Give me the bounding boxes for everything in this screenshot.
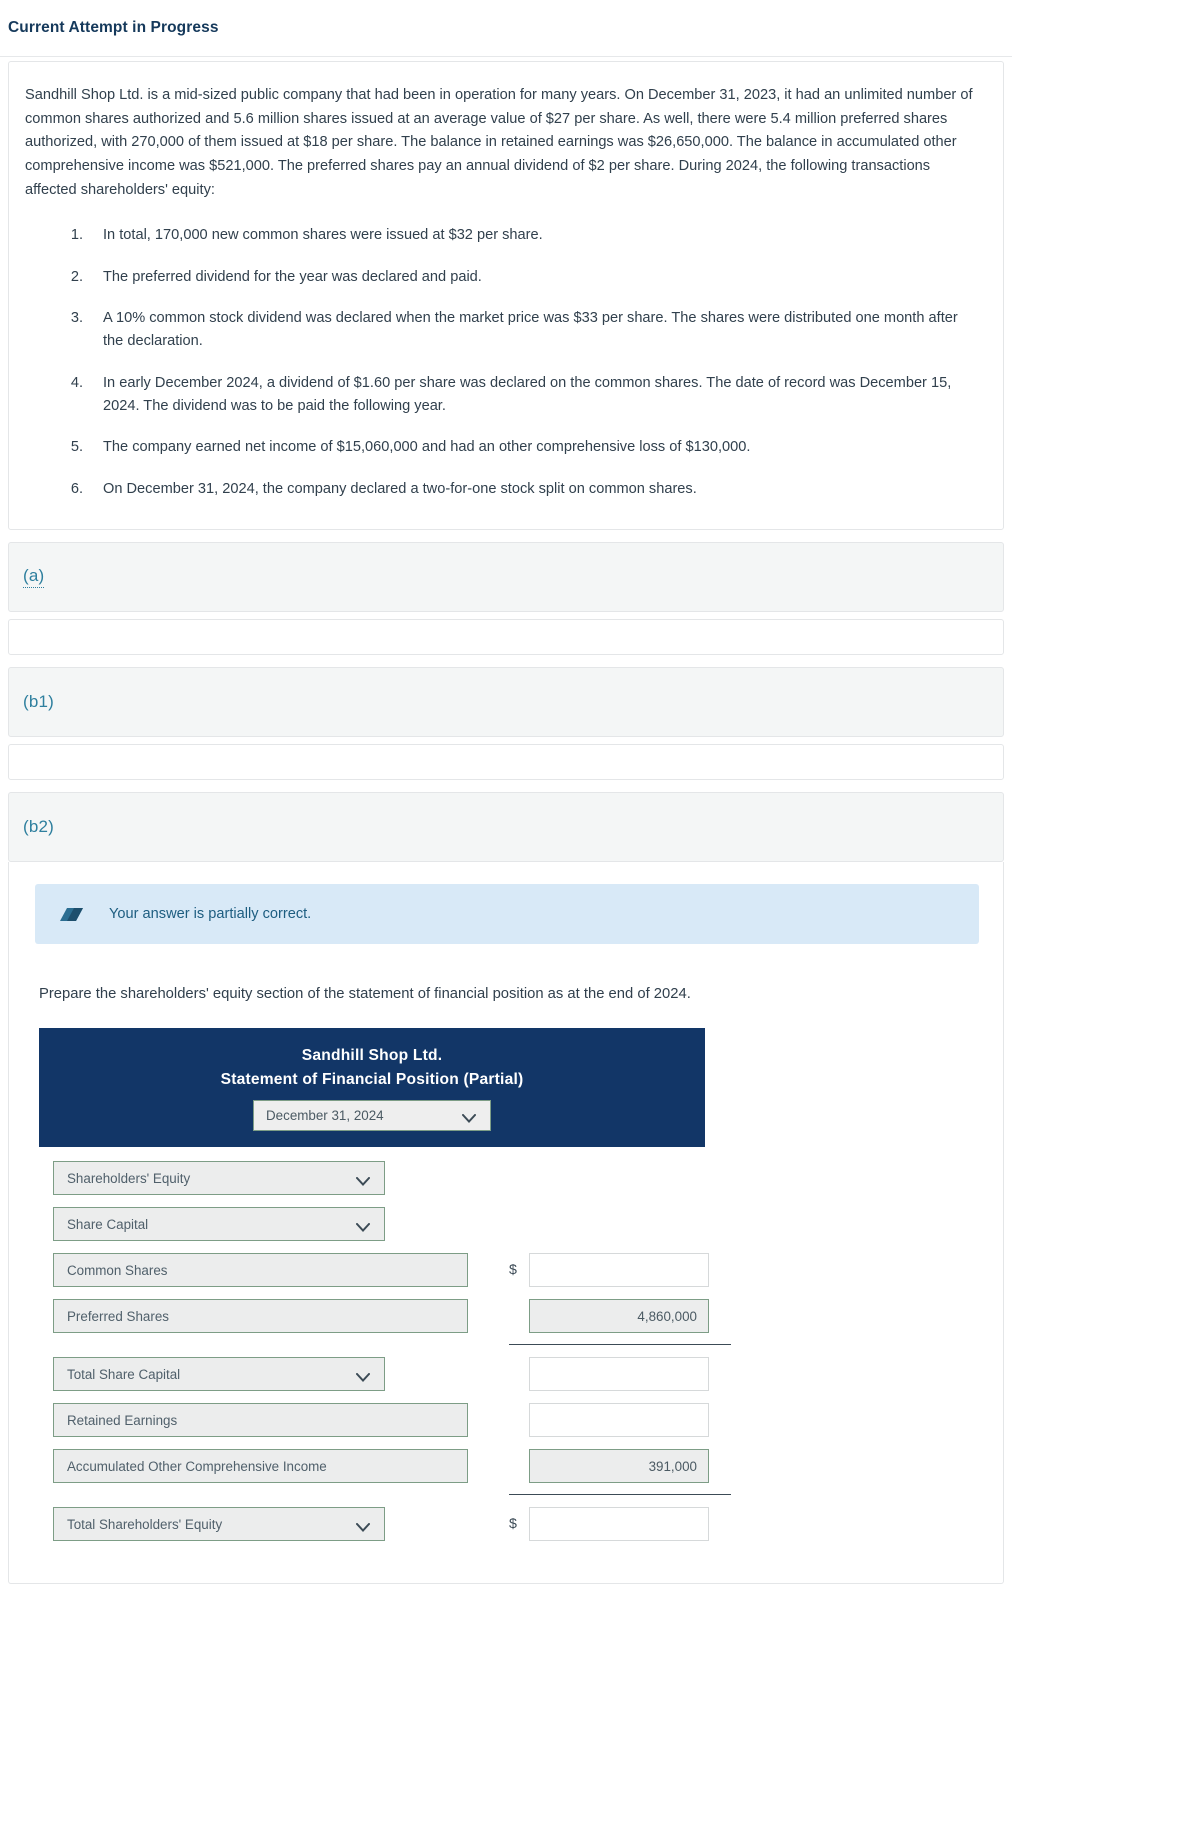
part-a-body bbox=[8, 618, 1004, 655]
amount-input[interactable]: 391,000 bbox=[529, 1449, 709, 1484]
statement-row-label-cell: Total Share Capital bbox=[39, 1357, 509, 1392]
chevron-down-icon bbox=[356, 1220, 370, 1232]
transaction-text: On December 31, 2024, the company declar… bbox=[103, 480, 697, 497]
account-label: Total Share Capital bbox=[67, 1366, 181, 1382]
statement-company-name: Sandhill Shop Ltd. bbox=[301, 1046, 443, 1064]
statement-row-label-cell: Preferred Shares bbox=[39, 1299, 509, 1334]
amount-input[interactable] bbox=[529, 1253, 709, 1288]
transaction-item: 1. In total, 170,000 new common shares we… bbox=[25, 224, 979, 247]
transaction-list: 1. In total, 170,000 new common shares we… bbox=[25, 224, 979, 501]
statement-row-value-cell bbox=[509, 1357, 709, 1392]
transaction-item: 3. A 10% common stock dividend was declar… bbox=[25, 307, 979, 354]
part-header-b1[interactable]: (b1) bbox=[8, 666, 1004, 737]
statement-row: Common Shares $ bbox=[39, 1253, 979, 1288]
part-b2-label[interactable]: (b2) bbox=[23, 817, 54, 837]
statement-row: Accumulated Other Comprehensive Income 39… bbox=[39, 1449, 979, 1496]
statement-header: Sandhill Shop Ltd. Statement of Financia… bbox=[39, 1027, 705, 1148]
transaction-number: 1. bbox=[70, 227, 83, 244]
part-b1-body bbox=[8, 743, 1004, 780]
transaction-number: 3. bbox=[70, 309, 83, 326]
currency-symbol: $ bbox=[509, 1516, 517, 1533]
content-canvas: Current Attempt in Progress Sandhill Sho… bbox=[0, 0, 1012, 1585]
transaction-item: 4. In early December 2024, a dividend of … bbox=[25, 372, 979, 419]
transaction-text: A 10% common stock dividend was declared… bbox=[103, 309, 958, 350]
subtotal-rule bbox=[509, 1494, 731, 1496]
page-title: Current Attempt in Progress bbox=[8, 19, 219, 36]
statement-row-label-cell: Total Shareholders' Equity bbox=[39, 1507, 509, 1542]
statement-row-label-cell: Common Shares bbox=[39, 1253, 509, 1288]
transaction-number: 6. bbox=[70, 480, 83, 497]
currency-symbol: $ bbox=[509, 1262, 517, 1279]
task-instruction: Prepare the shareholders' equity section… bbox=[39, 985, 691, 1002]
subtotal-rule bbox=[509, 1344, 731, 1346]
statement-row: Retained Earnings bbox=[39, 1403, 979, 1438]
transaction-number: 2. bbox=[70, 268, 83, 285]
statement-row-label-cell: Retained Earnings bbox=[39, 1403, 509, 1438]
statement-row-value-cell bbox=[509, 1403, 709, 1438]
account-select[interactable]: Share Capital bbox=[53, 1207, 385, 1242]
part-a-label[interactable]: (a) bbox=[23, 566, 45, 588]
amount-input[interactable] bbox=[529, 1507, 709, 1542]
statement-title: Statement of Financial Position (Partial… bbox=[220, 1071, 524, 1089]
chevron-down-icon bbox=[356, 1174, 370, 1186]
amount-input[interactable]: 4,860,000 bbox=[529, 1299, 709, 1334]
account-label: Accumulated Other Comprehensive Income bbox=[67, 1458, 327, 1474]
account-label-field[interactable]: Accumulated Other Comprehensive Income bbox=[53, 1449, 468, 1484]
account-select[interactable]: Total Share Capital bbox=[53, 1357, 385, 1392]
statement-row-label-cell: Shareholders' Equity bbox=[39, 1161, 509, 1196]
chevron-down-icon bbox=[356, 1520, 370, 1532]
account-label: Preferred Shares bbox=[67, 1308, 169, 1324]
statement-row: Share Capital bbox=[39, 1207, 979, 1242]
transaction-text: The preferred dividend for the year was … bbox=[103, 268, 482, 285]
account-label: Share Capital bbox=[67, 1216, 149, 1232]
statement-row-label-cell: Share Capital bbox=[39, 1207, 509, 1242]
eraser-icon bbox=[59, 904, 85, 926]
statement-row-label-cell: Accumulated Other Comprehensive Income bbox=[39, 1449, 509, 1484]
account-select[interactable]: Total Shareholders' Equity bbox=[53, 1507, 385, 1542]
account-label: Common Shares bbox=[67, 1262, 168, 1278]
transaction-text: In early December 2024, a dividend of $1… bbox=[103, 374, 952, 414]
statement-row: Preferred Shares 4,860,000 bbox=[39, 1299, 979, 1346]
statement-row: Shareholders' Equity bbox=[39, 1161, 979, 1196]
transaction-item: 6. On December 31, 2024, the company decl… bbox=[25, 478, 979, 501]
transaction-text: The company earned net income of $15,060… bbox=[103, 439, 751, 456]
statement-row: Total Share Capital bbox=[39, 1357, 979, 1392]
attempt-status-bar: Current Attempt in Progress bbox=[0, 0, 1012, 57]
amount-input[interactable] bbox=[529, 1357, 709, 1392]
transaction-number: 5. bbox=[70, 439, 83, 456]
account-label: Shareholders' Equity bbox=[67, 1170, 191, 1186]
part-header-b2[interactable]: (b2) bbox=[8, 791, 1004, 862]
account-label-field[interactable]: Common Shares bbox=[53, 1253, 468, 1288]
problem-intro-paragraph: Sandhill Shop Ltd. is a mid-sized public… bbox=[25, 87, 973, 198]
problem-statement-card: Sandhill Shop Ltd. is a mid-sized public… bbox=[8, 61, 1004, 530]
statement-date-value: December 31, 2024 bbox=[266, 1108, 384, 1124]
account-label: Total Shareholders' Equity bbox=[67, 1516, 223, 1532]
transaction-text: In total, 170,000 new common shares were… bbox=[103, 227, 543, 244]
transaction-item: 2. The preferred dividend for the year wa… bbox=[25, 266, 979, 289]
status-banner-text: Your answer is partially correct. bbox=[109, 905, 312, 922]
transaction-number: 4. bbox=[70, 374, 83, 391]
account-label-field[interactable]: Preferred Shares bbox=[53, 1299, 468, 1334]
statement-rows: Shareholders' Equity Share Capital Common … bbox=[39, 1161, 979, 1542]
part-b1-label[interactable]: (b1) bbox=[23, 692, 54, 712]
account-select[interactable]: Shareholders' Equity bbox=[53, 1161, 385, 1196]
financial-statement: Sandhill Shop Ltd. Statement of Financia… bbox=[39, 1027, 979, 1542]
status-banner-partially-correct: Your answer is partially correct. bbox=[35, 883, 979, 944]
chevron-down-icon bbox=[356, 1370, 370, 1382]
chevron-down-icon bbox=[462, 1111, 476, 1124]
statement-row-value-cell: $ bbox=[509, 1507, 709, 1542]
account-label-field[interactable]: Retained Earnings bbox=[53, 1403, 468, 1438]
statement-row-value-cell: 4,860,000 bbox=[509, 1299, 731, 1346]
statement-row-value-cell: 391,000 bbox=[509, 1449, 731, 1496]
part-header-a[interactable]: (a) bbox=[8, 541, 1004, 612]
part-b2-body: Your answer is partially correct. Prepar… bbox=[8, 861, 1004, 1585]
statement-date-row: December 31, 2024 bbox=[39, 1100, 705, 1132]
page-root: Current Attempt in Progress Sandhill Sho… bbox=[0, 0, 1200, 1837]
statement-row-value-cell: $ bbox=[509, 1253, 709, 1288]
amount-input[interactable] bbox=[529, 1403, 709, 1438]
account-label: Retained Earnings bbox=[67, 1412, 178, 1428]
statement-date-select[interactable]: December 31, 2024 bbox=[253, 1100, 491, 1132]
transaction-item: 5. The company earned net income of $15,0… bbox=[25, 436, 979, 459]
statement-row: Total Shareholders' Equity $ bbox=[39, 1507, 979, 1542]
